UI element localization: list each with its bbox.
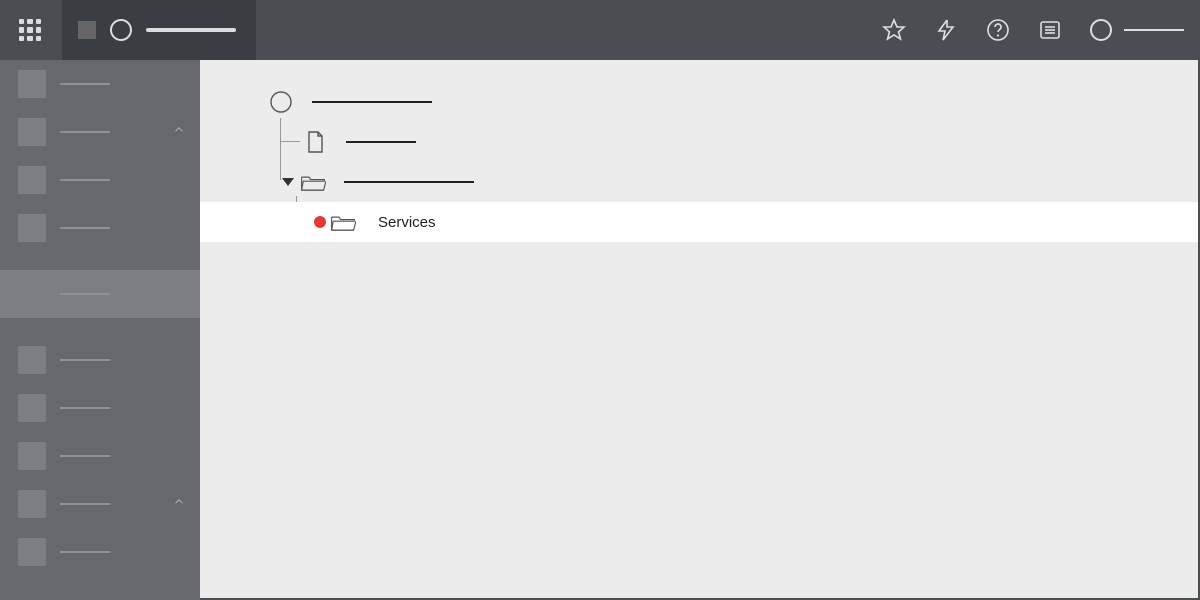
sidebar-item-icon — [18, 166, 46, 194]
sidebar-item-1[interactable] — [0, 108, 200, 156]
sidebar-item-label — [60, 455, 110, 457]
user-name — [1124, 29, 1184, 31]
list-panel-icon[interactable] — [1038, 18, 1062, 42]
sidebar-item-icon — [18, 280, 46, 308]
user-menu[interactable] — [1090, 19, 1184, 41]
chevron-up-icon[interactable] — [172, 123, 186, 142]
tree-node-folder[interactable] — [200, 162, 1198, 202]
help-icon[interactable] — [986, 18, 1010, 42]
sidebar-item-9[interactable] — [0, 528, 200, 576]
sidebar-item-label — [60, 293, 110, 295]
circle-icon — [268, 89, 294, 115]
sidebar-item-icon — [18, 394, 46, 422]
tree-node-document[interactable] — [200, 122, 1198, 162]
tree-node-label: Services — [378, 214, 436, 231]
sidebar-item-label — [60, 131, 110, 133]
tree-node-services[interactable]: Services — [200, 202, 1198, 242]
tab-title — [146, 28, 236, 32]
active-tab[interactable] — [62, 0, 256, 60]
expand-toggle-icon[interactable] — [282, 178, 294, 186]
folder-open-icon — [300, 169, 326, 195]
tree-node-label — [312, 101, 432, 103]
user-avatar-icon — [1090, 19, 1112, 41]
sidebar-item-8[interactable] — [0, 480, 200, 528]
sidebar-item-label — [60, 407, 110, 409]
sidebar-item-label — [60, 551, 110, 553]
sidebar-item-3[interactable] — [0, 204, 200, 252]
sidebar-item-4[interactable] — [0, 270, 200, 318]
status-badge-icon — [314, 216, 326, 228]
sidebar-item-icon — [18, 442, 46, 470]
sidebar-item-label — [60, 359, 110, 361]
document-icon — [302, 129, 328, 155]
tab-app-icon — [78, 21, 96, 39]
sidebar-item-7[interactable] — [0, 432, 200, 480]
sidebar-item-icon — [18, 70, 46, 98]
chevron-up-icon[interactable] — [172, 495, 186, 514]
tree-node-label — [344, 181, 474, 183]
app-header — [0, 0, 1200, 60]
lightning-icon[interactable] — [934, 18, 958, 42]
sidebar-item-label — [60, 179, 110, 181]
apps-launcher-icon[interactable] — [16, 16, 44, 44]
sidebar-item-icon — [18, 346, 46, 374]
sidebar-item-icon — [18, 118, 46, 146]
main-content: Services — [200, 60, 1198, 598]
star-icon[interactable] — [882, 18, 906, 42]
sidebar-item-0[interactable] — [0, 60, 200, 108]
sidebar-item-6[interactable] — [0, 384, 200, 432]
tree-node-label — [346, 141, 416, 143]
content-tree: Services — [200, 60, 1198, 242]
sidebar-item-label — [60, 227, 110, 229]
sidebar-item-2[interactable] — [0, 156, 200, 204]
sidebar-item-icon — [18, 214, 46, 242]
sidebar — [0, 60, 200, 600]
sidebar-item-label — [60, 503, 110, 505]
sidebar-item-icon — [18, 490, 46, 518]
sidebar-item-5[interactable] — [0, 336, 200, 384]
tree-root[interactable] — [200, 82, 1198, 122]
sidebar-item-label — [60, 83, 110, 85]
tab-status-icon — [110, 19, 132, 41]
sidebar-item-icon — [18, 538, 46, 566]
folder-open-icon — [330, 209, 356, 235]
header-actions — [882, 18, 1184, 42]
